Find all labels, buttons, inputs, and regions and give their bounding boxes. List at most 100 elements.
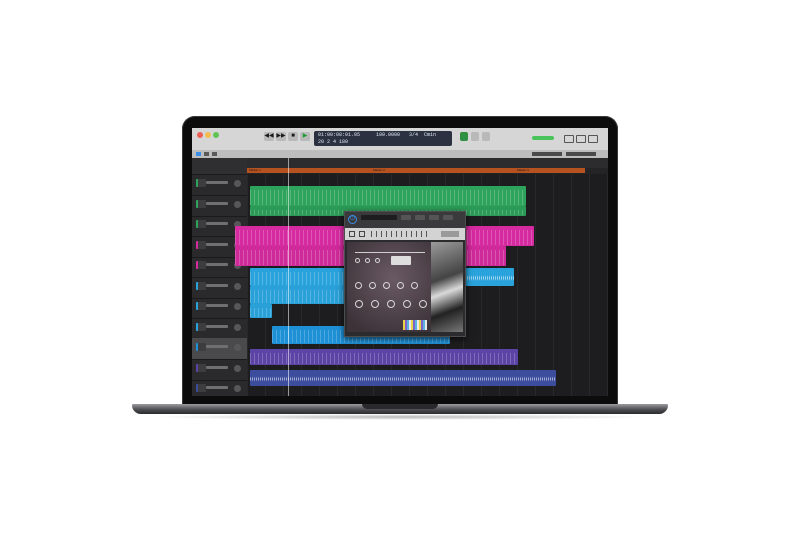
copy-button[interactable] [415,215,425,220]
track-name[interactable] [206,365,228,369]
master-volume-slider[interactable] [532,136,554,140]
track-name[interactable] [206,304,228,307]
track-header[interactable] [192,297,247,319]
midi-region[interactable] [250,268,348,286]
playhead[interactable] [288,158,289,396]
files-icon[interactable] [349,231,355,237]
instrument-icon [196,179,206,187]
track-name[interactable] [206,345,228,348]
knob[interactable] [355,300,363,308]
instrument-icon [196,220,206,228]
lcd-tempo: 100.0000 [376,132,401,138]
settings-button[interactable] [443,215,453,220]
track-name[interactable] [206,201,228,205]
zoom-window-button[interactable] [213,132,219,138]
knob[interactable] [383,282,390,289]
laptop-shadow [150,414,650,420]
knob[interactable] [371,300,379,308]
rewind-button[interactable]: ◀◀ [264,132,274,141]
instrument-icon [196,199,206,208]
track-header[interactable] [192,174,247,196]
track-volume-knob[interactable] [234,344,241,351]
control-bar: ◀◀ ▶▶ ■ ▶ 01:00:08:01.05 20 2 4 180 100.… [192,128,608,151]
track-volume-knob[interactable] [234,282,241,290]
knob[interactable] [355,282,362,289]
lcd-display[interactable]: 01:00:08:01.05 20 2 4 180 100.0000 3/4 C… [314,131,452,146]
instrument-icon [196,240,206,249]
track-header[interactable] [192,318,247,340]
plugin-header: ⏻ [345,212,465,229]
mode-switch[interactable] [391,256,411,265]
toolbar-icons[interactable] [371,231,431,237]
track-volume-knob[interactable] [234,303,241,310]
marker-2[interactable]: Marker 2 [371,168,515,173]
track-name[interactable] [206,222,228,225]
power-icon[interactable]: ⏻ [348,215,357,224]
keyswitch-keyboard[interactable] [403,320,427,330]
knob[interactable] [411,282,418,289]
loops-icon[interactable] [588,135,598,143]
play-button[interactable]: ▶ [300,132,310,141]
stop-button[interactable]: ■ [288,132,298,141]
knob[interactable] [365,258,370,263]
paste-button[interactable] [429,215,439,220]
tuner-button[interactable] [471,132,479,141]
knob[interactable] [387,300,395,308]
knob[interactable] [403,300,411,308]
marker-1[interactable]: Marker 1 [247,168,371,173]
midi-region[interactable] [250,304,272,318]
knob[interactable] [375,258,380,263]
instrument-icon [196,281,206,290]
marker-3[interactable]: Marker 3 [515,168,585,173]
track-name[interactable] [206,283,228,287]
track-header[interactable] [192,195,247,217]
track-volume-knob[interactable] [234,364,241,372]
track-name[interactable] [206,386,228,389]
track-volume-knob[interactable] [234,385,241,392]
track-name[interactable] [206,263,228,266]
minimize-window-button[interactable] [205,132,211,138]
instrument-icon [196,322,206,331]
track-volume-knob[interactable] [234,323,241,331]
track-header[interactable] [192,277,247,299]
instrument-icon [196,261,206,269]
track-header[interactable] [192,359,247,381]
knob[interactable] [397,282,404,289]
preset-selector[interactable] [361,215,397,220]
knob[interactable] [355,258,360,263]
drag-mode-selector[interactable] [566,152,596,156]
notes-icon[interactable] [576,135,586,143]
track-header[interactable] [192,338,247,360]
instrument-icon [196,363,206,372]
midi-region[interactable] [250,286,348,304]
compare-button[interactable] [401,215,411,220]
instrument-icon [196,302,206,310]
plugin-window[interactable]: ⏻ [344,211,466,337]
cycle-button[interactable] [460,132,468,141]
track-volume-knob[interactable] [234,200,241,208]
midi-region[interactable] [250,349,518,365]
audio-region[interactable] [250,370,556,386]
knob[interactable] [369,282,376,289]
track-name[interactable] [206,181,228,184]
knob[interactable] [419,300,427,308]
artist-photo [431,242,463,332]
audio-icon [196,384,206,392]
midi-region[interactable] [250,186,526,206]
track-header[interactable] [192,379,247,396]
track-volume-knob[interactable] [234,180,241,187]
forward-button[interactable]: ▶▶ [276,132,286,141]
global-tracks-header [192,158,247,175]
functions-menu-button[interactable] [204,152,209,156]
list-editors-icon[interactable] [564,135,574,143]
lcd-time: 01:00:08:01.05 [318,132,361,138]
track-name[interactable] [206,324,228,328]
track-name[interactable] [206,242,228,246]
lcd-position: 20 2 4 180 [318,139,349,145]
metronome-button[interactable] [482,132,490,141]
snap-selector[interactable] [532,152,562,156]
save-icon[interactable] [359,231,365,237]
edit-menu-button[interactable] [196,152,201,156]
close-window-button[interactable] [197,132,203,138]
view-menu-button[interactable] [212,152,217,156]
